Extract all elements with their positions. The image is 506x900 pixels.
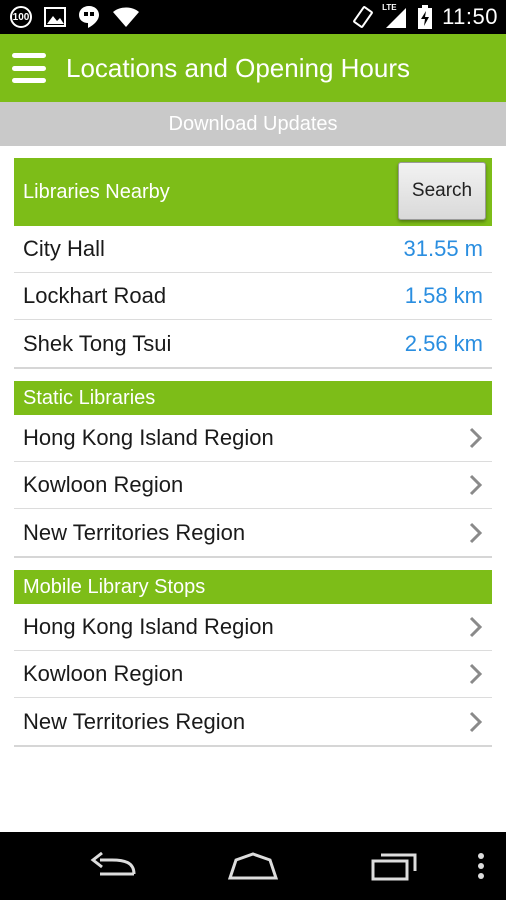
region-label: New Territories Region bbox=[23, 708, 246, 734]
back-icon[interactable] bbox=[78, 832, 148, 900]
action-bar: Locations and Opening Hours bbox=[0, 34, 506, 102]
page-title: Locations and Opening Hours bbox=[66, 52, 411, 83]
list-item[interactable]: Lockhart Road 1.58 km bbox=[14, 273, 492, 320]
chevron-right-icon bbox=[469, 474, 483, 496]
battery-charging-icon bbox=[418, 5, 433, 29]
library-distance: 1.58 km bbox=[404, 283, 483, 308]
library-name: Shek Tong Tsui bbox=[23, 330, 172, 356]
region-label: Kowloon Region bbox=[23, 472, 184, 497]
list-item[interactable]: Shek Tong Tsui 2.56 km bbox=[14, 320, 492, 367]
list-item[interactable]: Kowloon Region bbox=[14, 462, 492, 509]
static-libraries-title: Static Libraries bbox=[23, 386, 156, 409]
list-item[interactable]: Hong Kong Island Region bbox=[14, 604, 492, 651]
vibrate-icon bbox=[352, 5, 374, 29]
hangouts-icon bbox=[78, 5, 100, 29]
static-libraries-header: Static Libraries bbox=[14, 381, 492, 415]
search-button[interactable]: Search bbox=[398, 162, 486, 220]
chevron-right-icon bbox=[469, 616, 483, 638]
mobile-stops-list: Hong Kong Island Region Kowloon Region N… bbox=[14, 604, 492, 745]
list-item[interactable]: Hong Kong Island Region bbox=[14, 415, 492, 462]
recents-icon[interactable] bbox=[360, 832, 430, 900]
wifi-icon bbox=[112, 6, 140, 28]
status-bar: 100 LTE 11:50 bbox=[0, 0, 506, 34]
list-item[interactable]: City Hall 31.55 m bbox=[14, 226, 492, 273]
libraries-nearby-header: Libraries Nearby Search bbox=[14, 158, 492, 226]
chevron-right-icon bbox=[469, 522, 483, 544]
home-icon[interactable] bbox=[218, 832, 288, 900]
section-divider bbox=[14, 556, 492, 570]
main-content: Libraries Nearby Search City Hall 31.55 … bbox=[14, 158, 492, 759]
libraries-nearby-title: Libraries Nearby bbox=[23, 180, 170, 203]
chevron-right-icon bbox=[469, 663, 483, 685]
list-item[interactable]: New Territories Region bbox=[14, 698, 492, 745]
region-label: New Territories Region bbox=[23, 519, 246, 545]
library-name: City Hall bbox=[23, 236, 105, 261]
mobile-library-stops-header: Mobile Library Stops bbox=[14, 570, 492, 604]
region-label: Hong Kong Island Region bbox=[23, 425, 274, 450]
static-libraries-list: Hong Kong Island Region Kowloon Region N… bbox=[14, 415, 492, 556]
section-divider bbox=[14, 367, 492, 381]
library-distance: 31.55 m bbox=[403, 236, 484, 261]
clock: 11:50 bbox=[442, 4, 498, 29]
region-label: Hong Kong Island Region bbox=[23, 614, 274, 639]
library-distance: 2.56 km bbox=[404, 330, 483, 356]
list-item[interactable]: Kowloon Region bbox=[14, 651, 492, 698]
chevron-right-icon bbox=[469, 711, 483, 733]
image-notification-icon bbox=[44, 7, 66, 27]
overflow-menu-icon[interactable] bbox=[466, 832, 496, 900]
library-name: Lockhart Road bbox=[23, 283, 167, 308]
region-label: Kowloon Region bbox=[23, 661, 184, 686]
signal-icon: LTE bbox=[382, 3, 408, 29]
list-item[interactable]: New Territories Region bbox=[14, 509, 492, 556]
section-divider bbox=[14, 745, 492, 759]
nearby-list: City Hall 31.55 m Lockhart Road 1.58 km … bbox=[14, 226, 492, 367]
download-updates-button[interactable]: Download Updates bbox=[0, 102, 506, 146]
network-type-label: LTE bbox=[382, 3, 397, 12]
notification-count-icon: 100 bbox=[10, 6, 32, 28]
navigation-bar bbox=[0, 832, 506, 900]
chevron-right-icon bbox=[469, 427, 483, 449]
hamburger-icon[interactable] bbox=[12, 53, 46, 83]
mobile-library-stops-title: Mobile Library Stops bbox=[23, 575, 206, 598]
